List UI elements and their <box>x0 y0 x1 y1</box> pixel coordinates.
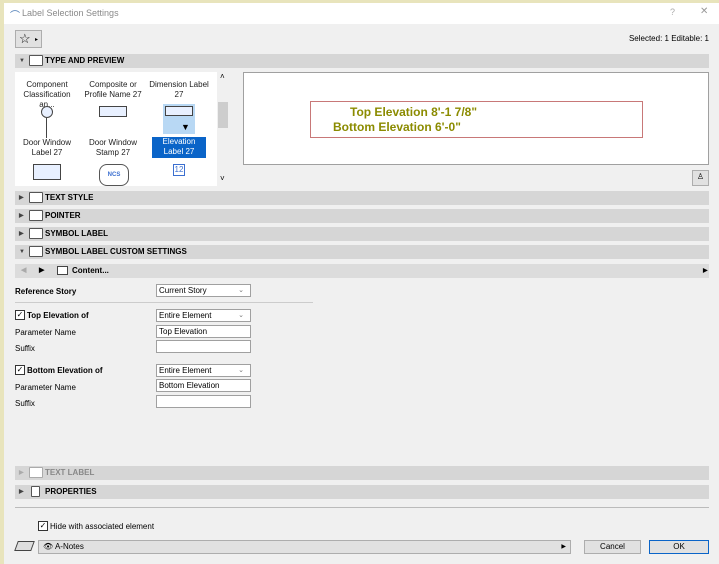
symbol-label-icon <box>29 228 43 239</box>
top-parameter-name-input[interactable]: Top Elevation <box>156 325 251 338</box>
collapse-icon: ▼ <box>19 249 25 255</box>
section-pointer[interactable]: ▶ POINTER <box>15 209 709 223</box>
section-properties[interactable]: ▶ PROPERTIES <box>15 485 709 499</box>
top-elevation-checkbox[interactable]: ✓ <box>15 310 25 320</box>
expand-icon: ▶ <box>19 213 24 219</box>
app-icon: ⌒ <box>10 11 20 22</box>
divider <box>15 507 709 508</box>
eye-icon: 👁 <box>43 542 54 551</box>
library-item[interactable]: Composite or Profile Name 27 <box>81 80 145 100</box>
collapse-icon: ▼ <box>19 58 25 64</box>
top-elevation-label: Top Elevation of <box>27 311 89 320</box>
bottom-elevation-checkbox[interactable]: ✓ <box>15 365 25 375</box>
title-bar: ⌒ Label Selection Settings ? ✕ <box>4 3 719 24</box>
dropdown-value: Entire Element <box>159 311 212 320</box>
top-suffix-input[interactable] <box>156 340 251 353</box>
cancel-button[interactable]: Cancel <box>584 540 641 554</box>
expand-icon: ▶ <box>19 195 24 201</box>
favorites-button[interactable]: ☆ ▸ <box>15 30 42 48</box>
content-toolbar: ◀ ▶ Content... ▶ <box>15 264 709 278</box>
star-icon: ☆ <box>19 31 31 46</box>
reference-story-dropdown[interactable]: Current Story ⌄ <box>156 284 251 297</box>
hide-with-element-checkbox[interactable]: ✓ <box>38 521 48 531</box>
library-item[interactable]: Door Window Stamp 27 <box>81 138 145 158</box>
section-symbol-label[interactable]: ▶ SYMBOL LABEL <box>15 227 709 241</box>
dropdown-value: Entire Element <box>159 366 212 375</box>
expand-icon: ▶ <box>19 231 24 237</box>
section-title: TEXT LABEL <box>45 468 95 477</box>
library-list[interactable]: Component Classification an... Composite… <box>15 72 217 186</box>
scroll-down-icon[interactable]: ˅ <box>220 174 225 183</box>
arrow-right-icon: ▸ <box>34 37 38 43</box>
section-title: TYPE AND PREVIEW <box>45 56 125 65</box>
arrow-right-icon[interactable]: ▶ <box>703 264 708 278</box>
page-selector[interactable]: Content... <box>72 264 109 278</box>
section-text-label: ▶ TEXT LABEL <box>15 466 709 480</box>
help-button[interactable]: ? <box>670 7 675 17</box>
layer-icon <box>14 541 35 551</box>
number-label-icon: 12 <box>173 164 185 176</box>
selection-info: Selected: 1 Editable: 1 <box>628 34 709 43</box>
section-text-style[interactable]: ▶ TEXT STYLE <box>15 191 709 205</box>
bottom-elevation-label: Bottom Elevation of <box>27 366 103 375</box>
section-title: TEXT STYLE <box>45 193 94 202</box>
library-scrollbar[interactable]: ˄ ˅ <box>217 72 229 186</box>
suffix-label: Suffix <box>15 399 35 408</box>
next-page-button[interactable]: ▶ <box>39 264 44 278</box>
text-label-icon <box>29 467 43 478</box>
ncs-icon: NCS <box>99 164 129 186</box>
arrow-right-icon: ▶ <box>561 544 566 550</box>
bottom-elevation-dropdown[interactable]: Entire Element ⌄ <box>156 364 251 377</box>
close-button[interactable]: ✕ <box>700 6 708 17</box>
library-item-selected[interactable]: Elevation Label 27 <box>152 137 206 158</box>
parameter-name-label: Parameter Name <box>15 383 76 392</box>
custom-settings-icon <box>29 246 43 257</box>
table-label-icon <box>33 164 61 180</box>
preview-line-bottom: Bottom Elevation 6'-0" <box>333 120 461 134</box>
section-title: PROPERTIES <box>45 487 97 496</box>
ok-button[interactable]: OK <box>649 540 709 554</box>
expand-icon: ▶ <box>19 489 24 495</box>
elevation-label-icon: ▼ <box>163 104 195 134</box>
bottom-suffix-input[interactable] <box>156 395 251 408</box>
icon-stem <box>46 118 47 138</box>
layer-dropdown[interactable]: 👁 A-Notes ▶ <box>38 540 571 554</box>
figure-icon: ♙ <box>696 172 705 181</box>
library-item[interactable]: Dimension Label 27 <box>147 80 211 100</box>
type-preview-icon <box>29 55 43 66</box>
section-title: POINTER <box>45 211 81 220</box>
reference-story-label: Reference Story <box>15 287 77 296</box>
section-title: SYMBOL LABEL <box>45 229 108 238</box>
top-elevation-dropdown[interactable]: Entire Element ⌄ <box>156 309 251 322</box>
prev-page-button[interactable]: ◀ <box>21 264 26 278</box>
preview-panel: Top Elevation 8'-1 7/8" Bottom Elevation… <box>243 72 709 165</box>
library-item[interactable]: Door Window Label 27 <box>15 138 79 158</box>
list-icon <box>57 266 68 275</box>
section-type-preview[interactable]: ▼ TYPE AND PREVIEW <box>15 54 709 68</box>
parameter-name-label: Parameter Name <box>15 328 76 337</box>
properties-icon <box>31 486 40 497</box>
window-title: Label Selection Settings <box>22 8 119 18</box>
pointer-icon <box>29 210 43 221</box>
preview-label-frame: Top Elevation 8'-1 7/8" Bottom Elevation… <box>310 101 643 138</box>
chevron-down-icon: ⌄ <box>238 287 244 294</box>
suffix-label: Suffix <box>15 344 35 353</box>
bottom-parameter-name-input[interactable]: Bottom Elevation <box>156 379 251 392</box>
preview-options-button[interactable]: ♙ <box>692 170 709 186</box>
text-style-icon <box>29 192 43 203</box>
chevron-down-icon: ⌄ <box>238 312 244 319</box>
door-window-stamp-icon <box>99 106 127 117</box>
layer-name: A-Notes <box>54 542 84 551</box>
scroll-up-icon[interactable]: ˄ <box>220 72 225 81</box>
hide-with-element-label: Hide with associated element <box>50 522 155 531</box>
scroll-thumb[interactable] <box>218 102 228 128</box>
preview-line-top: Top Elevation 8'-1 7/8" <box>350 105 478 119</box>
divider <box>15 302 313 303</box>
dropdown-value: Current Story <box>159 286 207 295</box>
expand-icon: ▶ <box>19 470 24 476</box>
section-custom-settings[interactable]: ▼ SYMBOL LABEL CUSTOM SETTINGS <box>15 245 709 259</box>
section-title: SYMBOL LABEL CUSTOM SETTINGS <box>45 247 187 256</box>
door-window-label-icon <box>41 106 53 118</box>
chevron-down-icon: ⌄ <box>238 367 244 374</box>
